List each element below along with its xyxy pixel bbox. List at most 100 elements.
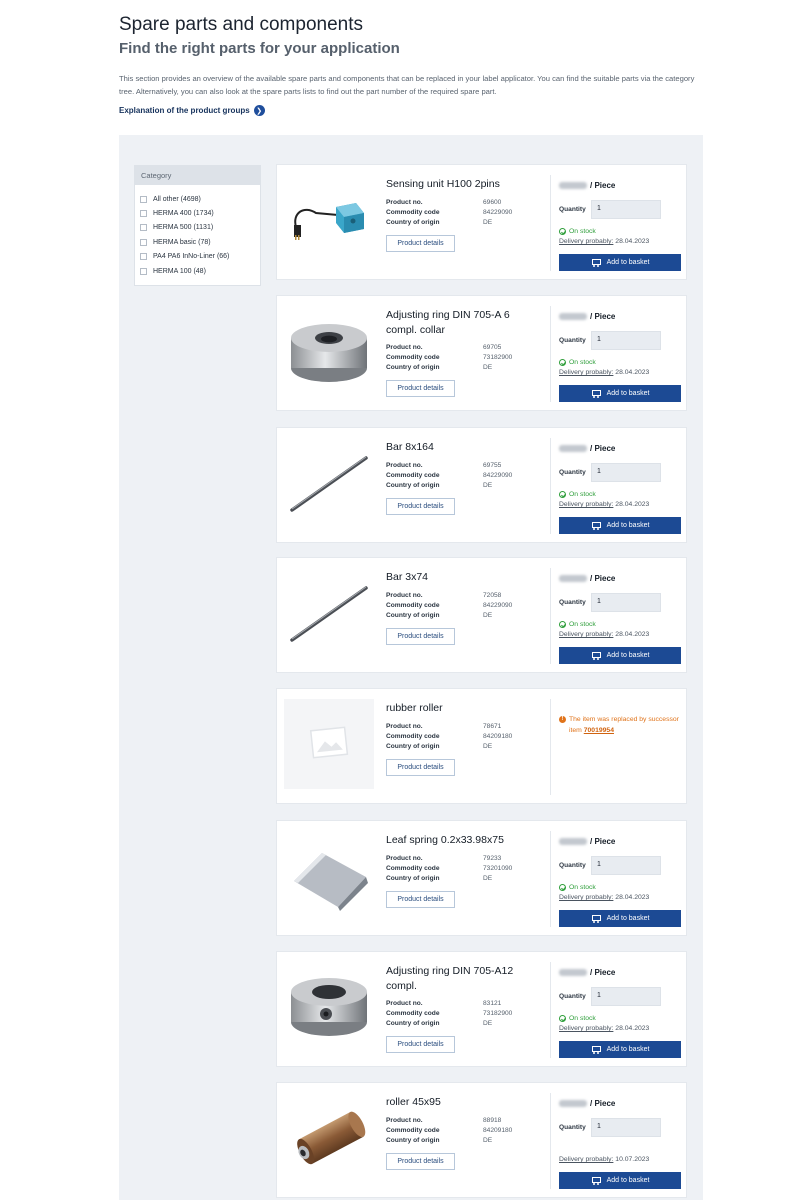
quantity-input[interactable]: 1	[591, 200, 661, 219]
product-name[interactable]: Bar 3x74	[386, 570, 536, 585]
checkbox[interactable]	[140, 238, 147, 246]
stock-status: On stock	[559, 1015, 596, 1022]
quantity-label: Quantity	[559, 862, 586, 869]
delivery-label[interactable]: Delivery probably:	[559, 631, 613, 638]
category-label: All other (4698)	[153, 195, 201, 203]
check-circle-icon	[559, 491, 566, 498]
delivery-label[interactable]: Delivery probably:	[559, 238, 613, 245]
country-origin-label: Country of origin	[386, 612, 440, 619]
delivery-label[interactable]: Delivery probably:	[559, 1156, 613, 1163]
category-item-herma-100[interactable]: HERMA 100 (48)	[135, 264, 260, 278]
country-origin-label: Country of origin	[386, 219, 440, 226]
delivery-value: 28.04.2023	[615, 369, 650, 376]
replaced-notice: ! The item was replaced by successor item…	[559, 715, 684, 736]
category-label: HERMA basic (78)	[153, 238, 211, 246]
quantity-input[interactable]: 1	[591, 331, 661, 350]
add-to-basket-button[interactable]: Add to basket	[559, 910, 681, 927]
delivery-date: Delivery probably: 28.04.2023	[559, 369, 649, 376]
basket-label: Add to basket	[606, 1046, 650, 1053]
basket-label: Add to basket	[606, 915, 650, 922]
product-name[interactable]: Adjusting ring DIN 705-A 6 compl. collar	[386, 308, 536, 338]
stock-label: On stock	[569, 491, 596, 498]
category-item-herma-basic[interactable]: HERMA basic (78)	[135, 235, 260, 249]
product-details-button[interactable]: Product details	[386, 498, 455, 515]
delivery-label[interactable]: Delivery probably:	[559, 369, 613, 376]
product-name[interactable]: rubber roller	[386, 701, 536, 716]
category-label: HERMA 500 (1131)	[153, 224, 214, 232]
price-unit: / Piece	[590, 837, 616, 846]
delivery-label[interactable]: Delivery probably:	[559, 501, 613, 508]
category-item-pa4-pa6[interactable]: PA4 PA6 InNo-Liner (66)	[135, 250, 260, 264]
check-circle-icon	[559, 621, 566, 628]
quantity-label: Quantity	[559, 1124, 586, 1131]
product-name[interactable]: Sensing unit H100 2pins	[386, 177, 536, 192]
category-label: HERMA 100 (48)	[153, 267, 206, 275]
checkbox[interactable]	[140, 224, 147, 232]
page-title: Spare parts and components	[119, 14, 363, 35]
quantity-input[interactable]: 1	[591, 856, 661, 875]
product-image[interactable]	[284, 1093, 374, 1183]
add-to-basket-button[interactable]: Add to basket	[559, 1041, 681, 1058]
product-details-button[interactable]: Product details	[386, 628, 455, 645]
arrow-right-icon[interactable]: ❯	[253, 105, 265, 116]
product-card: rubber roller Product no. 78671 Commodit…	[276, 688, 687, 804]
delivery-date: Delivery probably: 28.04.2023	[559, 238, 649, 245]
price: / Piece	[559, 1099, 615, 1108]
checkbox[interactable]	[140, 253, 147, 261]
add-to-basket-button[interactable]: Add to basket	[559, 254, 681, 271]
product-name[interactable]: Leaf spring 0.2x33.98x75	[386, 833, 536, 848]
product-details-button[interactable]: Product details	[386, 891, 455, 908]
category-item-herma-500[interactable]: HERMA 500 (1131)	[135, 221, 260, 235]
quantity-input[interactable]: 1	[591, 987, 661, 1006]
add-to-basket-button[interactable]: Add to basket	[559, 1172, 681, 1189]
product-no-value: 69600	[483, 199, 502, 206]
price-unit: / Piece	[590, 574, 616, 583]
product-no-value: 83121	[483, 1000, 502, 1007]
checkbox[interactable]	[140, 210, 147, 218]
delivery-label[interactable]: Delivery probably:	[559, 894, 613, 901]
product-name[interactable]: Adjusting ring DIN 705-A12 compl.	[386, 964, 536, 994]
commodity-code-value: 84209180	[483, 1127, 513, 1134]
product-groups-link[interactable]: Explanation of the product groups ❯	[119, 105, 265, 116]
category-item-all-other[interactable]: All other (4698)	[135, 192, 260, 206]
commodity-code-label: Commodity code	[386, 472, 440, 479]
country-origin-value: DE	[483, 875, 493, 882]
checkbox[interactable]	[140, 195, 147, 203]
product-image[interactable]	[284, 175, 374, 265]
product-image[interactable]	[284, 699, 374, 789]
product-image[interactable]	[284, 438, 374, 528]
quantity-input[interactable]: 1	[591, 463, 661, 482]
product-groups-link-label[interactable]: Explanation of the product groups	[119, 106, 250, 115]
product-name[interactable]: Bar 8x164	[386, 440, 536, 455]
price: / Piece	[559, 444, 615, 453]
country-origin-value: DE	[483, 219, 493, 226]
add-to-basket-button[interactable]: Add to basket	[559, 647, 681, 664]
product-details-button[interactable]: Product details	[386, 235, 455, 252]
delivery-label[interactable]: Delivery probably:	[559, 1025, 613, 1032]
product-image[interactable]	[284, 306, 374, 396]
successor-link[interactable]: 70019954	[584, 727, 614, 734]
stock-status: On stock	[559, 359, 596, 366]
product-details-button[interactable]: Product details	[386, 759, 455, 776]
country-origin-value: DE	[483, 364, 493, 371]
product-details-button[interactable]: Product details	[386, 380, 455, 397]
category-item-herma-400[interactable]: HERMA 400 (1734)	[135, 206, 260, 220]
product-no-label: Product no.	[386, 199, 423, 206]
quantity-input[interactable]: 1	[591, 593, 661, 612]
country-origin-label: Country of origin	[386, 743, 440, 750]
product-no-value: 78671	[483, 723, 502, 730]
product-image[interactable]	[284, 962, 374, 1052]
price-hidden	[559, 838, 587, 845]
product-name[interactable]: roller 45x95	[386, 1095, 536, 1110]
product-details-button[interactable]: Product details	[386, 1036, 455, 1053]
product-image[interactable]	[284, 831, 374, 921]
checkbox[interactable]	[140, 267, 147, 275]
card-divider	[550, 962, 551, 1058]
commodity-code-label: Commodity code	[386, 733, 440, 740]
product-details-button[interactable]: Product details	[386, 1153, 455, 1170]
quantity-input[interactable]: 1	[591, 1118, 661, 1137]
add-to-basket-button[interactable]: Add to basket	[559, 517, 681, 534]
product-image[interactable]	[284, 568, 374, 658]
product-card: Bar 8x164 Product no. 69755 Commodity co…	[276, 427, 687, 543]
add-to-basket-button[interactable]: Add to basket	[559, 385, 681, 402]
